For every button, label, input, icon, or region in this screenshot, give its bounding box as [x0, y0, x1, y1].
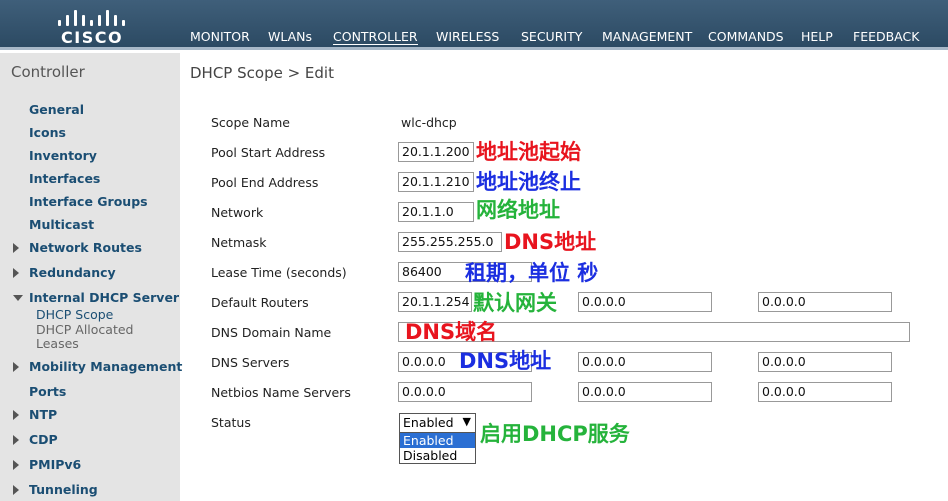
network-label: Network: [211, 205, 264, 220]
top-header: CISCO MONITOR WLANs CONTROLLER WIRELESS …: [0, 0, 948, 50]
status-selected-value: Enabled: [403, 415, 454, 430]
nav-feedback[interactable]: FEEDBACK: [853, 29, 919, 44]
netmask-input[interactable]: 255.255.255.0: [398, 232, 502, 252]
expand-arrow-icon[interactable]: [13, 268, 19, 278]
sidebar-item-multicast[interactable]: Multicast: [29, 217, 94, 232]
dns-server-3-input[interactable]: 0.0.0.0: [758, 352, 892, 372]
status-option-disabled[interactable]: Disabled: [400, 448, 475, 463]
sidebar-subitem-dhcp-scope[interactable]: DHCP Scope: [36, 308, 113, 322]
sidebar-item-mobility-management[interactable]: Mobility Management: [29, 359, 182, 374]
sidebar-item-icons[interactable]: Icons: [29, 125, 66, 140]
annotation-pool-start: 地址池起始: [476, 140, 581, 164]
nav-monitor[interactable]: MONITOR: [190, 29, 250, 44]
pool-end-label: Pool End Address: [211, 175, 319, 190]
scope-name-label: Scope Name: [211, 115, 290, 130]
sidebar-item-pmipv6[interactable]: PMIPv6: [29, 457, 81, 472]
netbios-1-input[interactable]: 0.0.0.0: [398, 382, 532, 402]
dropdown-arrow-icon[interactable]: ▼: [463, 415, 471, 429]
nav-wlans[interactable]: WLANs: [268, 29, 312, 44]
collapse-arrow-icon[interactable]: [13, 295, 23, 301]
nav-controller[interactable]: CONTROLLER: [333, 29, 418, 45]
annotation-dns: DNS地址: [459, 349, 552, 373]
expand-arrow-icon[interactable]: [13, 460, 19, 470]
expand-arrow-icon[interactable]: [13, 435, 19, 445]
netbios-3-input[interactable]: 0.0.0.0: [758, 382, 892, 402]
expand-arrow-icon[interactable]: [13, 485, 19, 495]
network-input[interactable]: 20.1.1.0: [398, 202, 474, 222]
brand-wordmark: CISCO: [61, 28, 124, 47]
sidebar-item-network-routes[interactable]: Network Routes: [29, 240, 142, 255]
pool-start-input[interactable]: 20.1.1.200: [398, 142, 474, 162]
expand-arrow-icon[interactable]: [13, 410, 19, 420]
expand-arrow-icon[interactable]: [13, 243, 19, 253]
sidebar-item-internal-dhcp-server[interactable]: Internal DHCP Server: [29, 290, 179, 305]
sidebar-item-ports[interactable]: Ports: [29, 384, 66, 399]
default-router-2-input[interactable]: 0.0.0.0: [578, 292, 712, 312]
cisco-logo: CISCO: [40, 4, 160, 48]
default-router-1-input[interactable]: 20.1.1.254: [398, 292, 472, 312]
status-label: Status: [211, 415, 251, 430]
annotation-netmask: DNS地址: [504, 230, 597, 254]
expand-arrow-icon[interactable]: [13, 362, 19, 372]
dns-domain-label: DNS Domain Name: [211, 325, 332, 340]
sidebar-subitem-leases[interactable]: Leases: [36, 337, 79, 351]
sidebar-item-tunneling[interactable]: Tunneling: [29, 482, 98, 497]
dns-server-2-input[interactable]: 0.0.0.0: [578, 352, 712, 372]
sidebar-item-interfaces[interactable]: Interfaces: [29, 171, 100, 186]
nav-commands[interactable]: COMMANDS: [708, 29, 784, 44]
nav-help[interactable]: HELP: [801, 29, 833, 44]
status-option-enabled[interactable]: Enabled: [400, 433, 475, 448]
netbios-label: Netbios Name Servers: [211, 385, 351, 400]
sidebar-item-general[interactable]: General: [29, 102, 84, 117]
nav-management[interactable]: MANAGEMENT: [602, 29, 692, 44]
sidebar-item-ntp[interactable]: NTP: [29, 407, 57, 422]
netmask-label: Netmask: [211, 235, 267, 250]
nav-wireless[interactable]: WIRELESS: [436, 29, 499, 44]
sidebar-title: Controller: [11, 63, 85, 81]
annotation-lease: 租期，单位 秒: [465, 261, 599, 285]
pool-start-label: Pool Start Address: [211, 145, 326, 160]
netbios-2-input[interactable]: 0.0.0.0: [578, 382, 712, 402]
status-select[interactable]: Enabled ▼: [399, 413, 476, 433]
status-dropdown-list: Enabled Disabled: [399, 432, 476, 464]
default-router-3-input[interactable]: 0.0.0.0: [758, 292, 892, 312]
pool-end-input[interactable]: 20.1.1.210: [398, 172, 474, 192]
nav-security[interactable]: SECURITY: [521, 29, 582, 44]
scope-name-value: wlc-dhcp: [401, 115, 457, 130]
cisco-bars-icon: [58, 6, 125, 26]
page-title: DHCP Scope > Edit: [190, 64, 334, 82]
annotation-network: 网络地址: [476, 198, 560, 222]
sidebar-item-interface-groups[interactable]: Interface Groups: [29, 194, 148, 209]
annotation-domain: DNS域名: [405, 320, 498, 344]
annotation-routers: 默认网关: [473, 291, 557, 315]
sidebar-item-cdp[interactable]: CDP: [29, 432, 58, 447]
annotation-pool-end: 地址池终止: [476, 170, 581, 194]
lease-time-label: Lease Time (seconds): [211, 265, 347, 280]
dns-servers-label: DNS Servers: [211, 355, 290, 370]
default-routers-label: Default Routers: [211, 295, 309, 310]
sidebar-item-redundancy[interactable]: Redundancy: [29, 265, 116, 280]
sidebar-subitem-dhcp-allocated[interactable]: DHCP Allocated: [36, 323, 133, 337]
annotation-status: 启用DHCP服务: [480, 422, 630, 446]
sidebar-item-inventory[interactable]: Inventory: [29, 148, 97, 163]
